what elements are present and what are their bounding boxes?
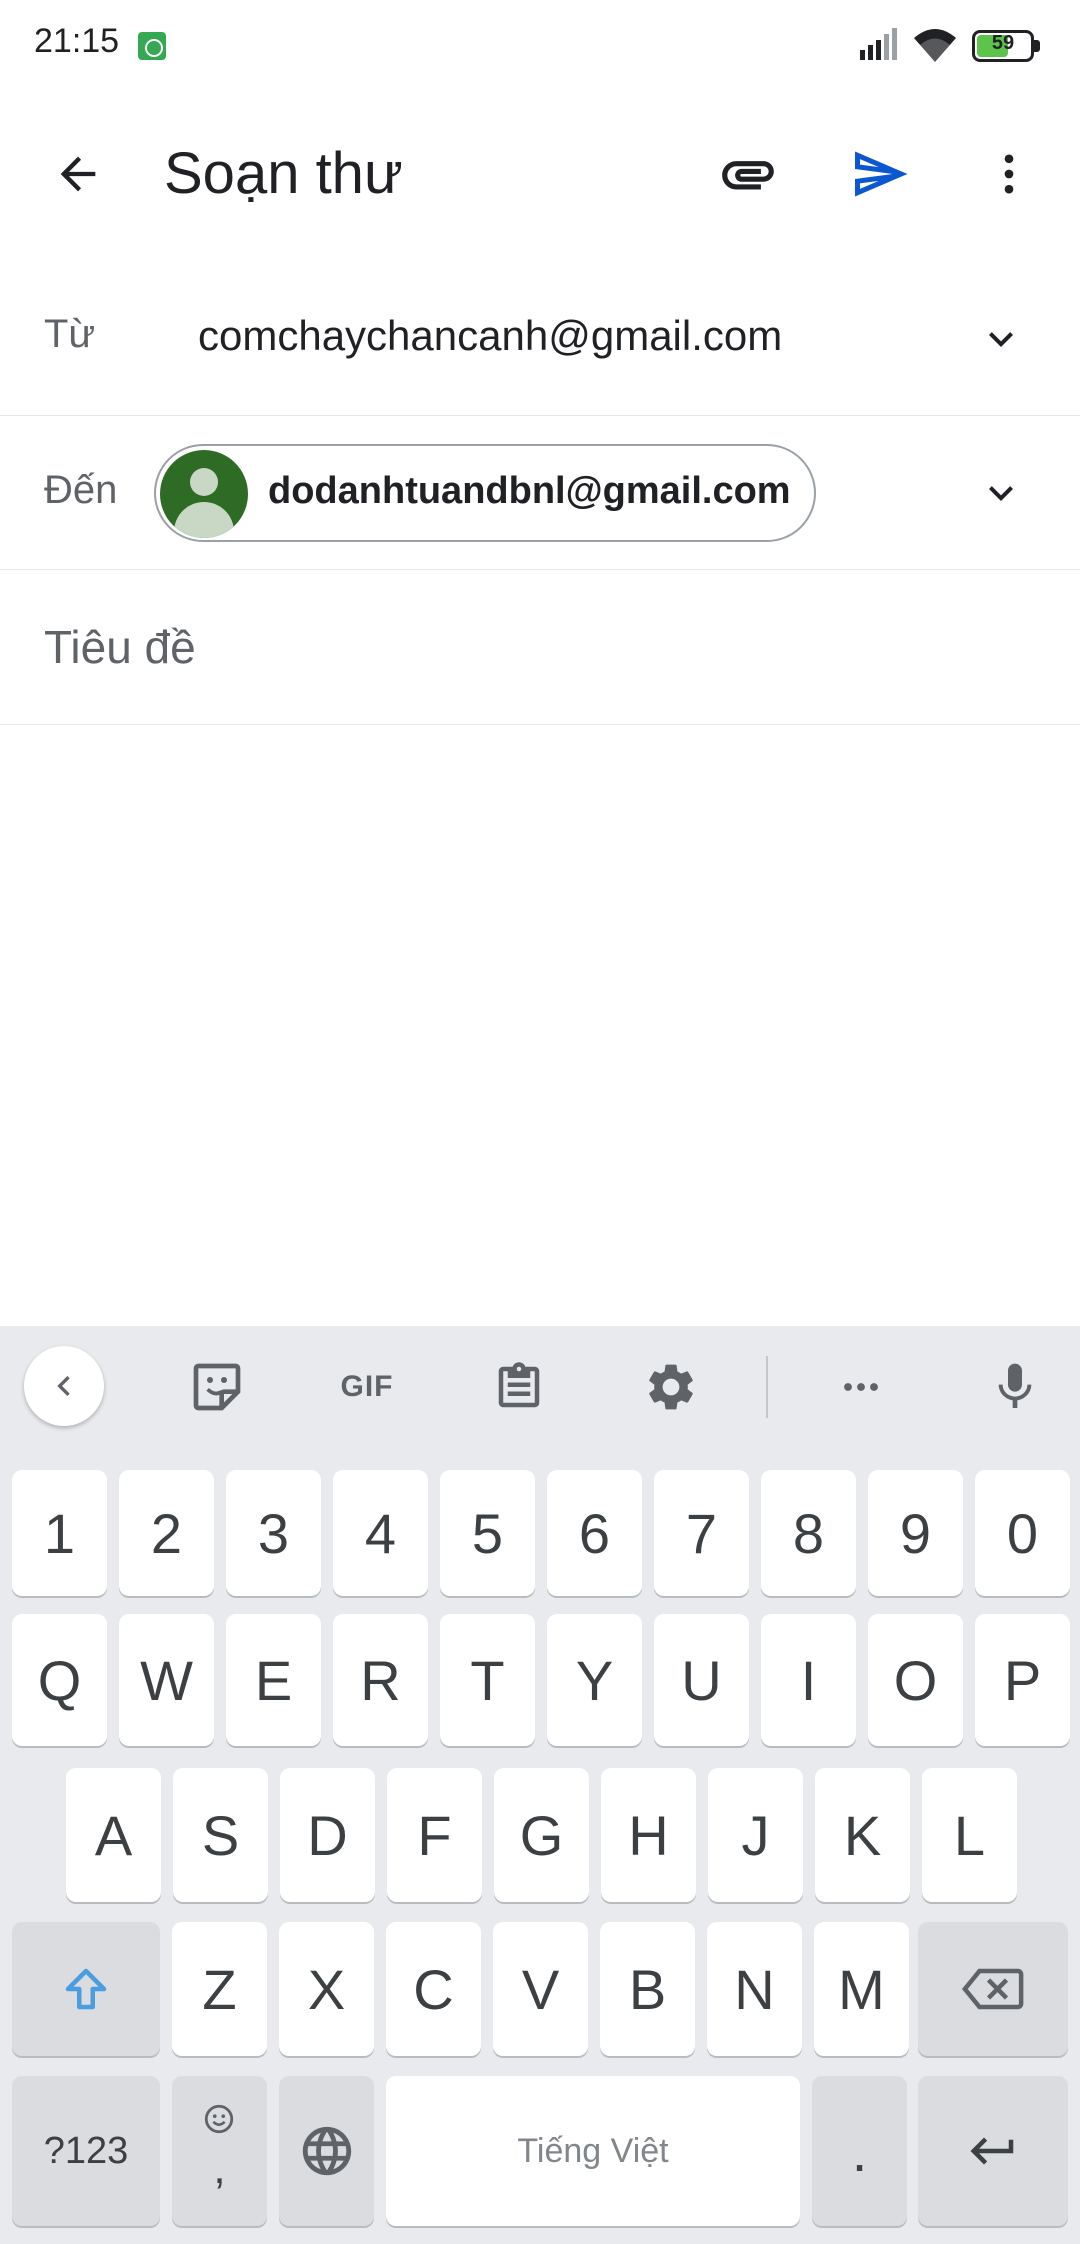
key-i[interactable]: I xyxy=(761,1614,856,1746)
key-t[interactable]: T xyxy=(440,1614,535,1746)
globe-icon xyxy=(302,2126,351,2176)
key-2[interactable]: 2 xyxy=(119,1470,214,1596)
key-e[interactable]: E xyxy=(226,1614,321,1746)
send-button[interactable] xyxy=(840,136,920,212)
to-row: Đến dodanhtuandbnl@gmail.com xyxy=(0,416,1080,570)
emoji-icon xyxy=(204,2104,234,2134)
more-horiz-icon xyxy=(844,1383,878,1391)
from-account[interactable]: comchaychancanh@gmail.com xyxy=(198,312,782,360)
key-m[interactable]: M xyxy=(814,1922,909,2056)
subject-field[interactable]: Tiêu đề xyxy=(0,570,1080,725)
more-keyboard-options-button[interactable] xyxy=(826,1352,896,1422)
key-s[interactable]: S xyxy=(173,1768,268,1902)
backspace-key[interactable] xyxy=(918,1922,1068,2056)
toolbar-divider xyxy=(766,1356,768,1418)
from-row: Từ comchaychancanh@gmail.com xyxy=(0,262,1080,416)
avatar xyxy=(160,450,248,538)
key-g[interactable]: G xyxy=(494,1768,589,1902)
from-label: Từ xyxy=(44,312,96,356)
key-9[interactable]: 9 xyxy=(868,1470,963,1596)
period-key[interactable]: . xyxy=(812,2076,907,2226)
key-w[interactable]: W xyxy=(119,1614,214,1746)
comma-label: , xyxy=(213,2144,226,2193)
sticker-button[interactable] xyxy=(182,1352,252,1422)
key-k[interactable]: K xyxy=(815,1768,910,1902)
battery-icon: 59 xyxy=(972,30,1042,62)
language-key[interactable] xyxy=(279,2076,374,2226)
keyboard-toolbar: GIF xyxy=(0,1326,1080,1446)
gear-icon xyxy=(649,1364,693,1410)
wifi-icon xyxy=(914,29,956,62)
key-z[interactable]: Z xyxy=(172,1922,267,2056)
key-0[interactable]: 0 xyxy=(975,1470,1070,1596)
key-y[interactable]: Y xyxy=(547,1614,642,1746)
back-button[interactable] xyxy=(40,136,116,212)
signal-icon xyxy=(860,28,897,60)
chevron-down-icon xyxy=(989,332,1013,347)
key-p[interactable]: P xyxy=(975,1614,1070,1746)
top-app-bar: Soạn thư xyxy=(0,96,1080,252)
clipboard-button[interactable] xyxy=(484,1352,554,1422)
arrow-back-icon xyxy=(60,156,96,192)
key-d[interactable]: D xyxy=(280,1768,375,1902)
clipboard-icon xyxy=(498,1362,540,1408)
recipient-chip[interactable]: dodanhtuandbnl@gmail.com xyxy=(154,444,816,542)
enter-key[interactable] xyxy=(918,2076,1068,2226)
key-o[interactable]: O xyxy=(868,1614,963,1746)
send-icon xyxy=(855,151,908,197)
key-j[interactable]: J xyxy=(708,1768,803,1902)
cat-notification-icon xyxy=(138,32,166,60)
from-expand-button[interactable] xyxy=(966,304,1036,374)
gif-button[interactable]: GIF xyxy=(332,1352,402,1422)
key-a[interactable]: A xyxy=(66,1768,161,1902)
page-title: Soạn thư xyxy=(164,141,403,206)
key-7[interactable]: 7 xyxy=(654,1470,749,1596)
voice-input-button[interactable] xyxy=(980,1352,1050,1422)
key-c[interactable]: C xyxy=(386,1922,481,2056)
more-options-button[interactable] xyxy=(974,136,1044,212)
enter-icon xyxy=(970,2137,1014,2165)
symbols-key[interactable]: ?123 xyxy=(12,2076,160,2226)
key-q[interactable]: Q xyxy=(12,1614,107,1746)
settings-button[interactable] xyxy=(636,1352,706,1422)
shift-key[interactable] xyxy=(12,1922,160,2056)
attach-button[interactable] xyxy=(708,136,788,212)
key-3[interactable]: 3 xyxy=(226,1470,321,1596)
space-label: Tiếng Việt xyxy=(517,2131,669,2170)
battery-level: 59 xyxy=(991,32,1015,54)
paperclip-icon xyxy=(722,161,774,190)
chevron-down-icon xyxy=(989,486,1013,501)
shift-icon xyxy=(65,1968,107,2010)
more-vert-icon xyxy=(1004,154,1014,194)
to-label: Đến xyxy=(44,468,118,512)
key-1[interactable]: 1 xyxy=(12,1470,107,1596)
key-r[interactable]: R xyxy=(333,1614,428,1746)
key-n[interactable]: N xyxy=(707,1922,802,2056)
key-h[interactable]: H xyxy=(601,1768,696,1902)
key-f[interactable]: F xyxy=(387,1768,482,1902)
key-v[interactable]: V xyxy=(493,1922,588,2056)
chevron-left-icon xyxy=(57,1376,70,1396)
key-b[interactable]: B xyxy=(600,1922,695,2056)
subject-placeholder: Tiêu đề xyxy=(44,621,196,673)
to-expand-button[interactable] xyxy=(966,458,1036,528)
key-8[interactable]: 8 xyxy=(761,1470,856,1596)
key-l[interactable]: L xyxy=(922,1768,1017,1902)
mic-icon xyxy=(998,1363,1032,1408)
compose-body[interactable] xyxy=(0,725,1080,1325)
comma-key[interactable]: , xyxy=(172,2076,267,2226)
key-u[interactable]: U xyxy=(654,1614,749,1746)
recipient-email: dodanhtuandbnl@gmail.com xyxy=(268,470,791,512)
key-4[interactable]: 4 xyxy=(333,1470,428,1596)
collapse-toolbar-button[interactable] xyxy=(24,1346,104,1426)
space-key[interactable]: Tiếng Việt xyxy=(386,2076,800,2226)
status-bar: 21:15 59 xyxy=(0,0,1080,96)
backspace-icon xyxy=(961,1968,1024,2010)
sticker-icon xyxy=(193,1363,241,1411)
keyboard: GIF 1234567890 QWERTYUIOP ASDFGHJKL ZXCVBN xyxy=(0,1326,1080,2244)
key-x[interactable]: X xyxy=(279,1922,374,2056)
key-5[interactable]: 5 xyxy=(440,1470,535,1596)
key-6[interactable]: 6 xyxy=(547,1470,642,1596)
status-time: 21:15 xyxy=(34,22,120,60)
